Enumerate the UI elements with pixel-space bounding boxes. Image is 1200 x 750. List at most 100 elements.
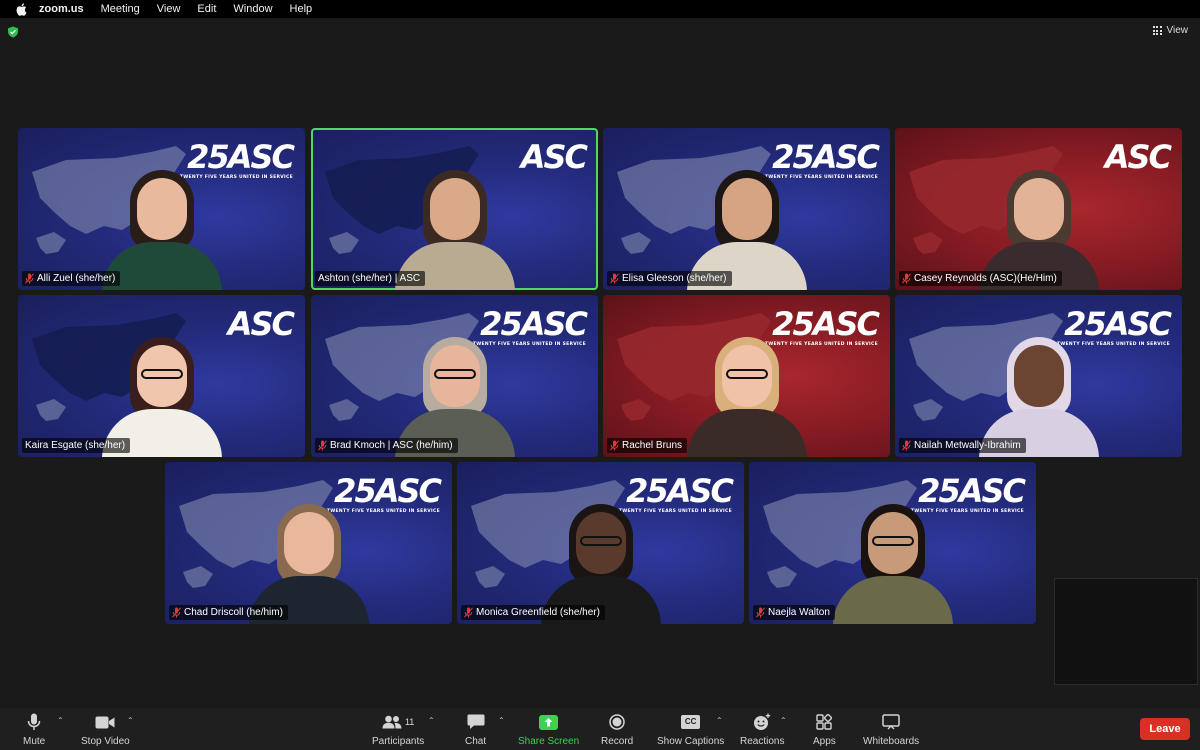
participant-video-feed <box>97 150 227 290</box>
video-camera-icon <box>95 716 115 728</box>
share-screen-icon <box>539 714 559 730</box>
participant-video-feed <box>536 484 666 624</box>
muted-mic-icon <box>902 273 911 284</box>
view-label: View <box>1166 25 1189 36</box>
participant-name: Ashton (she/her) | ASC <box>318 273 421 284</box>
participant-video-tile[interactable]: 25ASC TWENTY FIVE YEARS UNITED IN SERVICE… <box>895 295 1182 457</box>
show-captions-label: Show Captions <box>657 736 725 747</box>
reactions-options-caret-icon[interactable]: ⌃ <box>780 716 787 725</box>
share-screen-button[interactable]: Share Screen <box>518 712 579 747</box>
participant-name: Rachel Bruns <box>622 440 683 451</box>
participant-video-tile[interactable]: 25ASC TWENTY FIVE YEARS UNITED IN SERVICE… <box>165 462 452 624</box>
participant-video-tile[interactable]: 25ASC TWENTY FIVE YEARS UNITED IN SERVICE… <box>311 295 598 457</box>
participants-label: Participants <box>372 736 425 747</box>
participants-button[interactable]: 11 Participants <box>372 712 424 747</box>
participant-name-tag: Nailah Metwally-Ibrahim <box>899 438 1026 453</box>
apple-icon[interactable] <box>13 2 29 16</box>
leave-meeting-button[interactable]: Leave <box>1140 718 1190 740</box>
menu-edit[interactable]: Edit <box>197 3 216 15</box>
participant-video-tile[interactable]: ASC Ashton (she/her) | ASC <box>311 128 598 290</box>
menu-view[interactable]: View <box>157 3 181 15</box>
participant-video-feed <box>390 317 520 457</box>
whiteboards-label: Whiteboards <box>863 736 920 747</box>
chat-button[interactable]: Chat <box>465 712 486 747</box>
captions-options-caret-icon[interactable]: ⌃ <box>716 716 723 725</box>
mute-options-caret-icon[interactable]: ⌃ <box>57 716 64 725</box>
participant-name-tag: Casey Reynolds (ASC)(He/Him) <box>899 271 1062 286</box>
menu-meeting[interactable]: Meeting <box>101 3 140 15</box>
mute-button[interactable]: Mute <box>23 712 45 747</box>
participant-video-feed <box>682 317 812 457</box>
participant-name-tag: Chad Driscoll (he/him) <box>169 605 288 620</box>
participant-video-feed <box>828 484 958 624</box>
menu-help[interactable]: Help <box>290 3 313 15</box>
show-captions-button[interactable]: CC Show Captions <box>657 712 724 747</box>
video-options-caret-icon[interactable]: ⌃ <box>127 716 134 725</box>
participants-icon <box>382 715 402 729</box>
participant-name-tag: Naejla Walton <box>753 605 835 620</box>
participant-name-tag: Rachel Bruns <box>607 438 688 453</box>
share-screen-label: Share Screen <box>518 736 580 747</box>
record-button[interactable]: Record <box>601 712 633 747</box>
grid-icon <box>1152 26 1162 35</box>
participant-name-tag: Ashton (she/her) | ASC <box>315 271 426 286</box>
muted-mic-icon <box>318 440 327 451</box>
menu-window[interactable]: Window <box>233 3 272 15</box>
participant-name: Naejla Walton <box>768 607 830 618</box>
apps-button[interactable]: Apps <box>813 712 836 747</box>
meeting-controls-toolbar: Mute ⌃ Stop Video ⌃ 11 Participants ⌃ Ch… <box>0 708 1200 750</box>
muted-mic-icon <box>610 273 619 284</box>
apps-icon <box>816 714 833 730</box>
participant-video-feed <box>97 317 227 457</box>
participant-video-tile[interactable]: 25ASC TWENTY FIVE YEARS UNITED IN SERVICE… <box>749 462 1036 624</box>
participant-name-tag: Elisa Gleeson (she/her) <box>607 271 732 286</box>
participant-video-tile[interactable]: 25ASC TWENTY FIVE YEARS UNITED IN SERVICE… <box>603 295 890 457</box>
participant-count: 11 <box>404 717 415 727</box>
mute-label: Mute <box>23 736 46 747</box>
zoom-meeting-window: zoom.us Meeting View Edit Window Help Vi… <box>0 0 1200 750</box>
participant-name-tag: Monica Greenfield (she/her) <box>461 605 605 620</box>
record-label: Record <box>601 736 634 747</box>
chat-options-caret-icon[interactable]: ⌃ <box>498 716 505 725</box>
participant-name: Monica Greenfield (she/her) <box>476 607 600 618</box>
participant-video-tile[interactable]: ASC Casey Reynolds (ASC)(He/Him) <box>895 128 1182 290</box>
participant-video-tile[interactable]: 25ASC TWENTY FIVE YEARS UNITED IN SERVICE… <box>603 128 890 290</box>
reactions-button[interactable]: Reactions <box>740 712 784 747</box>
reactions-label: Reactions <box>740 736 785 747</box>
participant-name-tag: Brad Kmoch | ASC (he/him) <box>315 438 458 453</box>
participant-video-feed <box>974 150 1104 290</box>
view-layout-button[interactable]: View <box>1152 25 1189 36</box>
muted-mic-icon <box>610 440 619 451</box>
apps-label: Apps <box>813 736 836 747</box>
whiteboards-button[interactable]: Whiteboards <box>863 712 919 747</box>
participant-video-feed <box>244 484 374 624</box>
muted-mic-icon <box>756 607 765 618</box>
muted-mic-icon <box>464 607 473 618</box>
asc-logo: ASC <box>1104 138 1172 176</box>
participant-name: Casey Reynolds (ASC)(He/Him) <box>914 273 1057 284</box>
participant-video-feed <box>974 317 1104 457</box>
participant-video-tile[interactable]: ASC Kaira Esgate (she/her) <box>18 295 305 457</box>
participant-name: Brad Kmoch | ASC (he/him) <box>330 440 453 451</box>
mac-menu-bar: zoom.us Meeting View Edit Window Help <box>0 0 1200 18</box>
participant-video-tile[interactable]: 25ASC TWENTY FIVE YEARS UNITED IN SERVICE… <box>18 128 305 290</box>
chat-label: Chat <box>465 736 487 747</box>
logo-text: ASC <box>1104 138 1172 176</box>
participants-options-caret-icon[interactable]: ⌃ <box>428 716 435 725</box>
asc-logo: ASC <box>521 140 588 174</box>
asc-logo: ASC <box>228 307 295 341</box>
muted-mic-icon <box>902 440 911 451</box>
participant-name: Chad Driscoll (he/him) <box>184 607 283 618</box>
participant-name: Alli Zuel (she/her) <box>37 273 116 284</box>
microphone-icon <box>27 713 41 730</box>
stop-video-label: Stop Video <box>81 736 130 747</box>
stop-video-button[interactable]: Stop Video <box>81 712 130 747</box>
chat-bubble-icon <box>467 714 485 729</box>
encryption-shield-icon[interactable] <box>7 26 19 38</box>
smiley-reaction-icon <box>754 713 771 730</box>
participant-video-tile[interactable]: 25ASC TWENTY FIVE YEARS UNITED IN SERVICE… <box>457 462 744 624</box>
muted-mic-icon <box>172 607 181 618</box>
self-view-video[interactable] <box>1054 578 1198 685</box>
participant-name: Nailah Metwally-Ibrahim <box>914 440 1021 451</box>
menu-zoom-us[interactable]: zoom.us <box>39 3 84 15</box>
